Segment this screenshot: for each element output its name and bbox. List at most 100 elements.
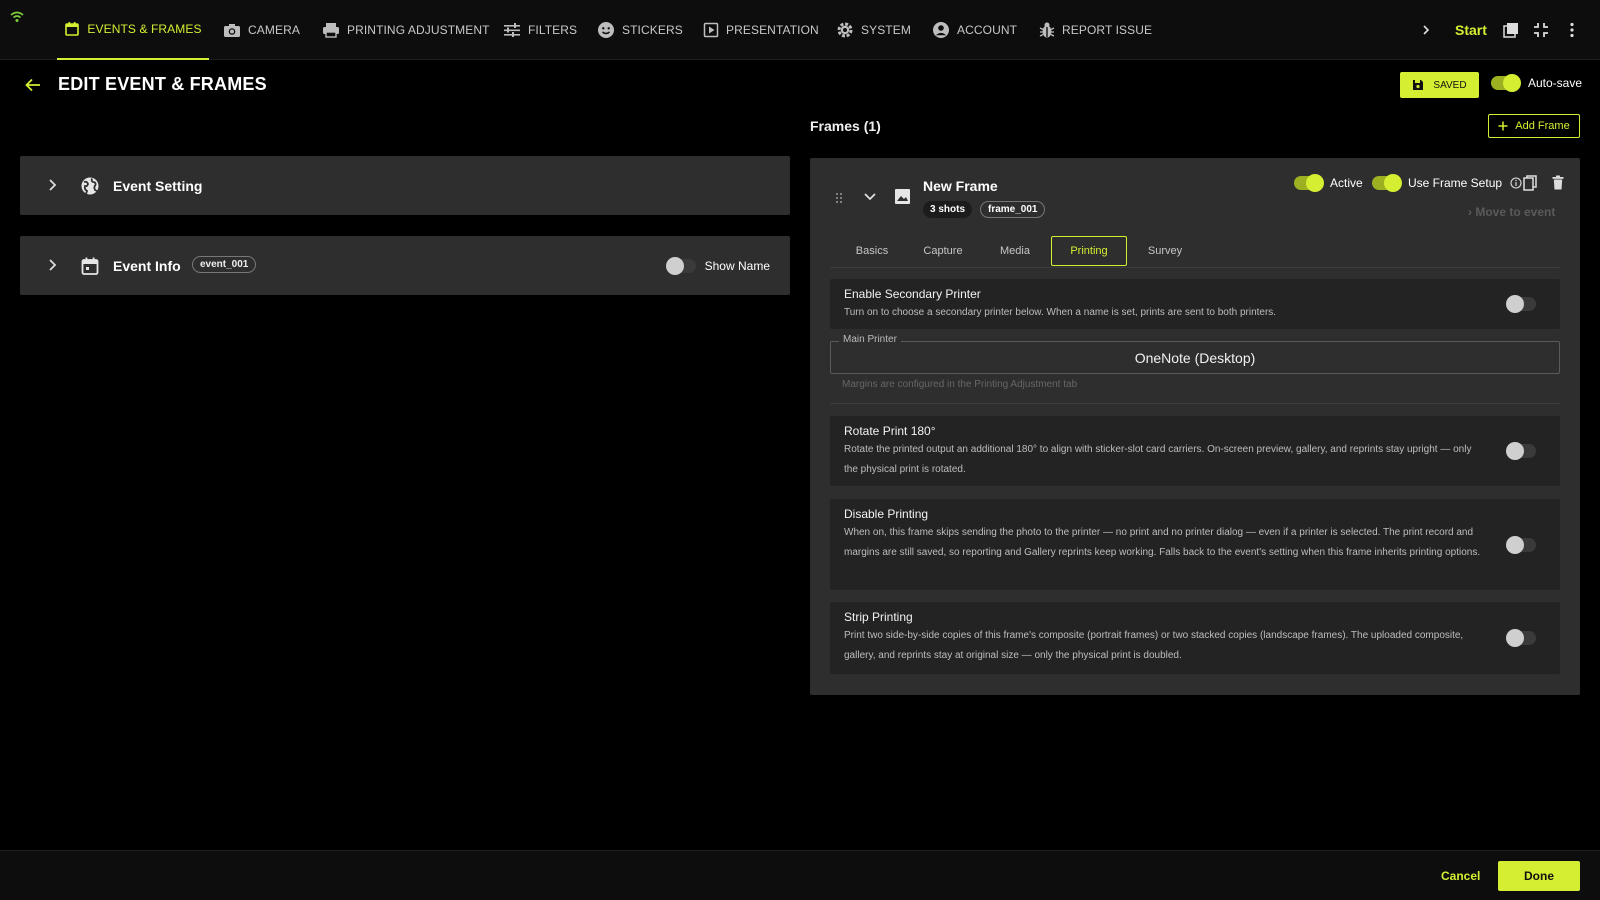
show-name-toggle[interactable] xyxy=(665,257,696,275)
plus-icon xyxy=(1498,121,1508,131)
frame-id-chip: frame_001 xyxy=(980,201,1046,218)
use-frame-setup-label: Use Frame Setup xyxy=(1408,176,1503,190)
save-icon xyxy=(1413,80,1424,90)
image-icon xyxy=(895,189,910,204)
autosave-toggle[interactable] xyxy=(1491,74,1521,92)
nav-scroll-right-button[interactable] xyxy=(1421,0,1431,60)
active-toggle[interactable] xyxy=(1294,174,1324,192)
copy-icon[interactable] xyxy=(1523,175,1537,191)
done-button[interactable]: Done xyxy=(1498,861,1580,891)
setting-description: Print two side-by-side copies of this fr… xyxy=(844,630,1464,661)
wifi-icon xyxy=(10,11,24,22)
back-arrow-icon[interactable] xyxy=(24,77,42,93)
event-id-chip: event_001 xyxy=(192,256,257,273)
smiley-icon xyxy=(598,22,614,38)
frame-card: New Frame 3 shots frame_001 Active Use F… xyxy=(810,158,1580,695)
tab-printing[interactable]: Printing xyxy=(1051,236,1127,266)
shots-chip: 3 shots xyxy=(923,201,973,218)
nav-camera[interactable]: CAMERA xyxy=(223,0,300,60)
fullscreen-button[interactable] xyxy=(1533,0,1549,60)
more-menu-button[interactable] xyxy=(1569,0,1575,60)
globe-icon xyxy=(81,177,99,195)
event-info-title: Event Info xyxy=(113,257,181,274)
trash-icon[interactable] xyxy=(1552,175,1564,190)
cancel-button[interactable]: Cancel xyxy=(1441,869,1480,883)
gallery-button[interactable] xyxy=(1503,0,1519,60)
show-name-label: Show Name xyxy=(704,259,770,273)
info-icon[interactable] xyxy=(1510,177,1522,189)
more-vertical-icon xyxy=(1570,22,1574,38)
gallery-icon xyxy=(1503,23,1518,38)
nav-report-issue[interactable]: REPORT ISSUE xyxy=(1039,0,1152,60)
nav-stickers[interactable]: STICKERS xyxy=(597,0,683,60)
page-title: EDIT EVENT & FRAMES xyxy=(58,74,267,94)
nav-label: SYSTEM xyxy=(861,23,911,37)
fullscreen-exit-icon xyxy=(1534,23,1548,37)
event-setting-title: Event Setting xyxy=(113,177,203,194)
setting-title: Disable Printing xyxy=(844,507,929,521)
frames-title: Frames (1) xyxy=(810,118,881,134)
nav-label: ACCOUNT xyxy=(957,23,1018,37)
event-info-panel[interactable]: Event Info event_001 Show Name xyxy=(20,236,790,295)
bug-icon xyxy=(1039,22,1055,38)
nav-filters[interactable]: FILTERS xyxy=(503,0,577,60)
nav-account[interactable]: ACCOUNT xyxy=(932,0,1017,60)
setting-rotate-print: Rotate Print 180° Rotate the printed out… xyxy=(830,416,1560,486)
top-nav-bar: EVENTS & FRAMES CAMERA PRINTING ADJUSTME… xyxy=(0,0,1600,60)
use-frame-setup-toggle-group: Use Frame Setup xyxy=(1372,174,1522,192)
calendar-icon xyxy=(81,257,99,275)
setting-title: Enable Secondary Printer xyxy=(844,287,981,301)
nav-label: REPORT ISSUE xyxy=(1062,23,1153,37)
setting-strip-printing: Strip Printing Print two side-by-side co… xyxy=(830,602,1560,674)
disable-printing-toggle[interactable] xyxy=(1506,536,1536,554)
tab-basics[interactable]: Basics xyxy=(842,236,902,266)
main-printer-label: Main Printer xyxy=(839,334,901,345)
drag-handle-icon[interactable] xyxy=(835,192,843,204)
frame-name: New Frame xyxy=(923,178,998,194)
sliders-icon xyxy=(504,23,520,37)
setting-title: Strip Printing xyxy=(844,610,913,624)
camera-icon xyxy=(224,24,240,37)
add-frame-button[interactable]: Add Frame xyxy=(1488,114,1580,138)
main-printer-select[interactable]: Main Printer OneNote (Desktop) xyxy=(830,334,1560,374)
chevron-right-icon xyxy=(1423,25,1430,35)
printer-icon xyxy=(323,23,339,38)
play-icon xyxy=(703,22,719,38)
use-frame-setup-toggle[interactable] xyxy=(1372,174,1402,192)
setting-secondary-printer: Enable Secondary Printer Turn on to choo… xyxy=(830,279,1560,329)
active-toggle-group: Active xyxy=(1294,174,1363,192)
strip-printing-toggle[interactable] xyxy=(1506,629,1536,647)
chevron-down-icon[interactable] xyxy=(863,192,877,202)
nav-label: STICKERS xyxy=(622,23,683,37)
nav-presentation[interactable]: PRESENTATION xyxy=(703,0,819,60)
autosave-toggle-group: Auto-save xyxy=(1491,74,1583,92)
start-button[interactable]: Start xyxy=(1455,0,1487,60)
rotate-print-toggle[interactable] xyxy=(1506,442,1536,460)
tab-capture[interactable]: Capture xyxy=(908,236,978,266)
add-frame-label: Add Frame xyxy=(1515,120,1570,132)
move-to-event-label: Move to event xyxy=(1475,205,1556,219)
autosave-label: Auto-save xyxy=(1528,76,1583,90)
nav-printing-adjustment[interactable]: PRINTING ADJUSTMENT xyxy=(322,0,490,60)
frame-tabs: Basics Capture Media Printing Survey xyxy=(830,236,1560,268)
move-to-event-button[interactable]: › Move to event xyxy=(1468,205,1555,219)
gear-icon xyxy=(837,22,853,38)
tab-survey[interactable]: Survey xyxy=(1133,236,1197,266)
setting-description: When on, this frame skips sending the ph… xyxy=(844,527,1481,558)
nav-label: PRESENTATION xyxy=(726,23,819,37)
nav-events-frames[interactable]: EVENTS & FRAMES xyxy=(57,0,209,60)
nav-system[interactable]: SYSTEM xyxy=(836,0,911,60)
main-printer-value: OneNote (Desktop) xyxy=(1134,350,1256,366)
footer-bar: Cancel Done xyxy=(0,850,1600,900)
saved-button[interactable]: SAVED xyxy=(1400,72,1479,98)
secondary-printer-toggle[interactable] xyxy=(1506,295,1536,313)
tab-media[interactable]: Media xyxy=(985,236,1045,266)
chevron-right-icon xyxy=(49,179,57,191)
calendar-icon xyxy=(65,22,80,36)
main-printer-help: Margins are configured in the Printing A… xyxy=(842,379,1078,390)
setting-title: Rotate Print 180° xyxy=(844,424,936,438)
active-label: Active xyxy=(1330,176,1363,190)
event-setting-panel[interactable]: Event Setting xyxy=(20,156,790,215)
nav-label: FILTERS xyxy=(528,23,578,37)
chevron-right-icon xyxy=(49,259,57,271)
